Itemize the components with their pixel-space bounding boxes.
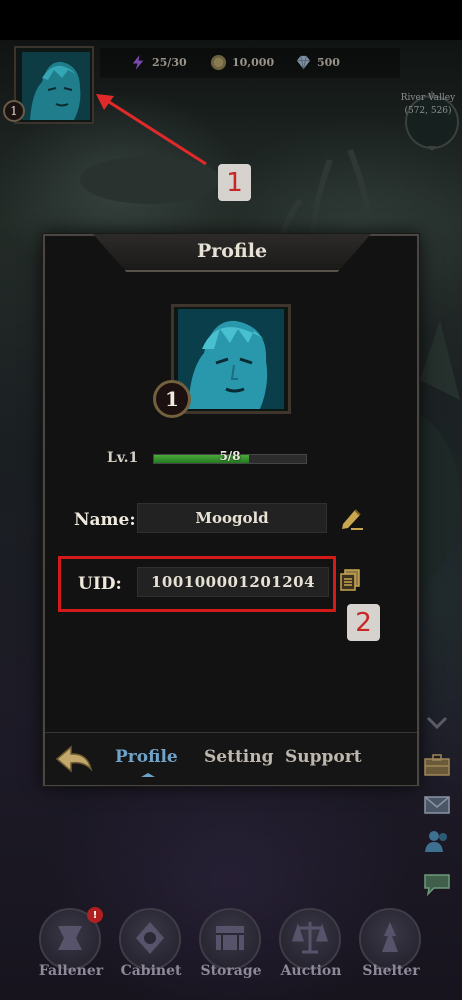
map-location[interactable]: River Valley (572, 526)	[398, 92, 458, 118]
dialog-header: Profile	[93, 234, 371, 272]
annotation-marker-1: 1	[218, 164, 251, 201]
friends-icon[interactable]	[422, 828, 452, 854]
nav-auction-label: Auction	[280, 963, 342, 979]
hero-portrait-icon	[178, 309, 284, 409]
storage-icon	[216, 926, 244, 950]
dialog-title: Profile	[196, 240, 268, 262]
player-level-badge: 1	[3, 100, 25, 122]
status-bar-strip	[0, 0, 462, 40]
name-label: Name:	[74, 510, 136, 530]
mail-icon[interactable]	[422, 792, 452, 818]
profile-level-badge: 1	[153, 380, 191, 418]
game-scene-background: 1 25/30 10,000 500 River Valley (572, 52…	[0, 0, 462, 1000]
player-portrait-icon	[22, 52, 90, 120]
nav-auction[interactable]: Auction	[270, 902, 352, 996]
gold-coin-icon	[210, 54, 227, 70]
dialog-footer: Profile Setting Support	[45, 732, 417, 785]
gold-counter: 10,000	[210, 53, 274, 71]
alert-badge: !	[87, 907, 103, 923]
diamond-icon	[296, 55, 311, 69]
annotation-arrow-1	[96, 94, 207, 166]
tab-setting[interactable]: Setting	[204, 747, 274, 767]
copy-uid-icon[interactable]	[339, 568, 361, 592]
stamina-value: 25/30	[152, 55, 187, 69]
shelter-icon	[382, 922, 398, 952]
gem-value: 500	[317, 55, 340, 69]
tab-support[interactable]: Support	[285, 747, 362, 767]
profile-dialog: Profile 1 Lv.1 5/8 Name: Moogold UID: 10…	[43, 234, 419, 786]
experience-text: 5/8	[219, 449, 241, 463]
nav-cabinet[interactable]: Cabinet	[110, 902, 192, 996]
lightning-icon	[132, 54, 144, 70]
level-label: Lv.1	[107, 450, 139, 466]
scales-icon	[291, 922, 329, 954]
map-coordinates: (572, 526)	[404, 106, 452, 116]
briefcase-icon[interactable]	[422, 752, 452, 778]
nav-storage[interactable]: Storage	[190, 902, 272, 996]
gold-value: 10,000	[232, 55, 275, 69]
nav-shelter[interactable]: Shelter	[350, 902, 432, 996]
annotation-marker-2: 2	[347, 604, 380, 641]
map-location-name: River Valley	[400, 93, 456, 103]
tab-profile[interactable]: Profile	[115, 747, 178, 767]
chat-icon[interactable]	[422, 870, 452, 896]
name-field: Moogold	[137, 503, 327, 533]
collapse-chevron-icon[interactable]	[424, 714, 450, 732]
nav-fallener-label: Fallener	[38, 963, 104, 979]
fallener-icon	[58, 926, 82, 950]
gem-counter: 500	[295, 53, 340, 71]
cabinet-icon	[136, 922, 164, 954]
nav-storage-label: Storage	[200, 963, 262, 979]
back-arrow-icon[interactable]	[53, 743, 95, 775]
edit-name-icon[interactable]	[337, 504, 365, 532]
stamina-counter: 25/30	[130, 53, 187, 71]
annotation-uid-highlight	[58, 556, 336, 612]
player-avatar-button[interactable]	[14, 46, 94, 124]
nav-shelter-label: Shelter	[362, 963, 420, 979]
active-tab-indicator	[141, 773, 155, 777]
nav-fallener[interactable]: ! Fallener	[30, 902, 112, 996]
nav-cabinet-label: Cabinet	[120, 963, 182, 979]
